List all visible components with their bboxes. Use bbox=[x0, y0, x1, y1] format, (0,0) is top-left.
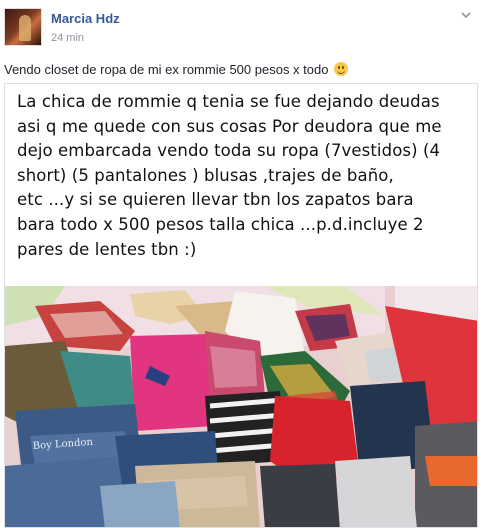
chevron-down-icon[interactable] bbox=[459, 8, 473, 22]
post-caption: Vendo closet de ropa de mi ex rommie 500… bbox=[4, 62, 349, 77]
post-timestamp[interactable]: 24 min bbox=[51, 32, 84, 44]
author-name[interactable]: Marcia Hdz bbox=[51, 11, 120, 26]
clothes-photo: Boy London bbox=[5, 286, 477, 527]
caption-text: Vendo closet de ropa de mi ex rommie 500… bbox=[4, 62, 329, 77]
facebook-post: Marcia Hdz 24 min Vendo closet de ropa d… bbox=[0, 0, 483, 528]
post-image[interactable]: La chica de rommie q tenia se fue dejand… bbox=[4, 83, 478, 528]
smile-emoji-icon bbox=[334, 62, 349, 76]
author-avatar[interactable] bbox=[4, 8, 42, 46]
image-handwritten-text: La chica de rommie q tenia se fue dejand… bbox=[17, 92, 442, 259]
